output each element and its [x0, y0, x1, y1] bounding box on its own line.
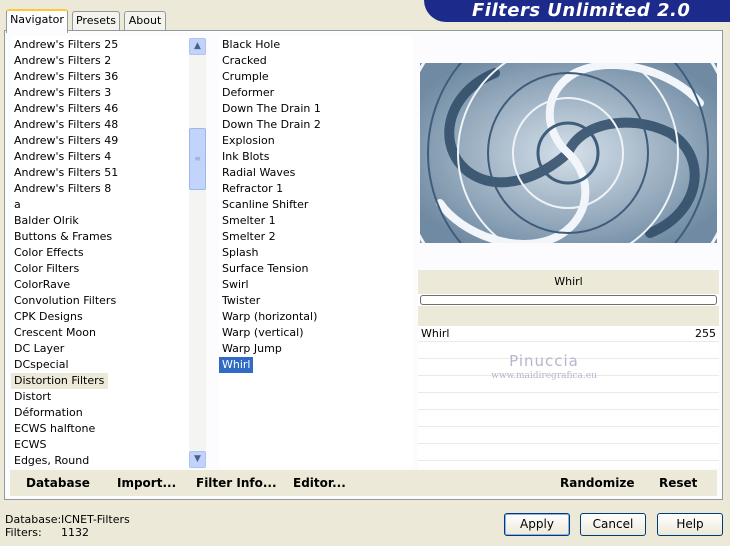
filter-list-item[interactable]: Deformer — [219, 85, 274, 101]
reset-button[interactable]: Reset — [659, 470, 697, 496]
category-list-item[interactable]: a — [11, 197, 21, 213]
filter-list-item[interactable]: Down The Drain 2 — [219, 117, 321, 133]
whirl-preview-graphic — [420, 63, 717, 243]
category-list-item[interactable]: Distort — [11, 389, 51, 405]
category-list-item[interactable]: Balder Olrik — [11, 213, 79, 229]
watermark: Pinuccia www.maidiregrafica.eu — [474, 352, 614, 382]
filter-list[interactable]: Black Hole Cracked Crumple Deformer Down The… — [219, 36, 413, 468]
filter-info-button[interactable]: Filter Info... — [196, 470, 277, 496]
tab-about[interactable]: About — [124, 11, 166, 31]
category-list-item[interactable]: Andrew's Filters 46 — [11, 101, 118, 117]
category-list-item[interactable]: CPK Designs — [11, 309, 83, 325]
tab-navigator[interactable]: Navigator — [6, 9, 68, 33]
control-value: 255 — [695, 327, 716, 340]
category-list-item[interactable]: Andrew's Filters 51 — [11, 165, 118, 181]
filter-list-item[interactable]: Warp Jump — [219, 341, 282, 357]
control-row-empty — [418, 411, 719, 427]
control-row-empty — [418, 428, 719, 444]
control-row-whirl[interactable]: Whirl 255 — [418, 326, 719, 342]
category-list-item[interactable]: ECWS halftone — [11, 421, 95, 437]
filter-list-item[interactable]: Crumple — [219, 69, 269, 85]
app-title-banner: Filters Unlimited 2.0 — [424, 0, 730, 22]
category-list-item[interactable]: DCspecial — [11, 357, 69, 373]
filter-list-item[interactable]: Smelter 1 — [219, 213, 276, 229]
category-list-item[interactable]: Andrew's Filters 25 — [11, 37, 118, 53]
category-list-item[interactable]: Andrew's Filters 4 — [11, 149, 111, 165]
filter-list-item[interactable]: Scanline Shifter — [219, 197, 308, 213]
category-scrollbar[interactable]: ▲ ≡ ▼ — [189, 38, 206, 468]
filter-list-item[interactable]: Splash — [219, 245, 258, 261]
filter-preview-image — [420, 63, 717, 243]
category-list-item[interactable]: Distortion Filters — [11, 373, 109, 389]
filter-list-item[interactable]: Warp (horizontal) — [219, 309, 317, 325]
filter-list-item[interactable]: Ink Blots — [219, 149, 269, 165]
filter-list-item[interactable]: Down The Drain 1 — [219, 101, 321, 117]
category-list-item[interactable]: ECWS — [11, 437, 47, 453]
watermark-url: www.maidiregrafica.eu — [491, 371, 597, 381]
filter-list-item[interactable]: Radial Waves — [219, 165, 295, 181]
chevron-up-icon: ▲ — [194, 41, 201, 51]
bottom-action-bar: Database Import... Filter Info... Editor… — [10, 470, 717, 496]
status-filters-value: 1132 — [61, 526, 89, 539]
category-list-item[interactable]: Color Effects — [11, 245, 84, 261]
filter-list-item[interactable]: Whirl — [219, 357, 254, 373]
category-list-item[interactable]: Déformation — [11, 405, 83, 421]
category-list-item[interactable]: Andrew's Filters 36 — [11, 69, 118, 85]
progress-bar — [420, 295, 717, 305]
randomize-button[interactable]: Randomize — [560, 470, 634, 496]
status-database-value: ICNET-Filters — [61, 513, 130, 526]
control-row-empty — [418, 394, 719, 410]
control-row-empty — [418, 445, 719, 461]
filter-list-item[interactable]: Swirl — [219, 277, 249, 293]
scroll-thumb[interactable]: ≡ — [189, 128, 206, 190]
help-button[interactable]: Help — [657, 513, 723, 536]
category-list[interactable]: Andrew's Filters 25 Andrew's Filters 2 And… — [11, 36, 189, 468]
scroll-down-button[interactable]: ▼ — [189, 451, 206, 468]
grip-icon: ≡ — [194, 154, 201, 163]
editor-button[interactable]: Editor... — [293, 470, 346, 496]
category-list-item[interactable]: Buttons & Frames — [11, 229, 112, 245]
filter-list-item[interactable]: Refractor 1 — [219, 181, 283, 197]
status-filters: Filters: 1132 — [5, 526, 89, 539]
category-list-item[interactable]: Andrew's Filters 3 — [11, 85, 111, 101]
cancel-button[interactable]: Cancel — [580, 513, 646, 536]
watermark-name: Pinuccia — [509, 352, 579, 370]
filter-list-item[interactable]: Smelter 2 — [219, 229, 276, 245]
tab-presets[interactable]: Presets — [72, 11, 120, 31]
filter-list-item[interactable]: Surface Tension — [219, 261, 308, 277]
status-filters-label: Filters: — [5, 526, 42, 539]
filter-list-item[interactable]: Twister — [219, 293, 260, 309]
status-database-label: Database: — [5, 513, 62, 526]
filter-list-item[interactable]: Explosion — [219, 133, 275, 149]
filter-list-item[interactable]: Warp (vertical) — [219, 325, 304, 341]
category-list-item[interactable]: Andrew's Filters 48 — [11, 117, 118, 133]
category-list-item[interactable]: Andrew's Filters 8 — [11, 181, 111, 197]
category-list-item[interactable]: DC Layer — [11, 341, 64, 357]
status-database: Database: ICNET-Filters — [5, 513, 130, 526]
category-list-item[interactable]: ColorRave — [11, 277, 70, 293]
apply-button[interactable]: Apply — [504, 513, 570, 536]
scroll-up-button[interactable]: ▲ — [189, 38, 206, 55]
category-list-item[interactable]: Andrew's Filters 2 — [11, 53, 111, 69]
category-list-item[interactable]: Convolution Filters — [11, 293, 116, 309]
database-button[interactable]: Database — [26, 470, 90, 496]
filter-name-label: Whirl — [418, 270, 719, 294]
category-list-item[interactable]: Edges, Round — [11, 453, 89, 469]
filter-list-item[interactable]: Black Hole — [219, 37, 280, 53]
category-list-item[interactable]: Color Filters — [11, 261, 79, 277]
import-button[interactable]: Import... — [117, 470, 176, 496]
category-list-item[interactable]: Andrew's Filters 49 — [11, 133, 118, 149]
category-list-item[interactable]: Crescent Moon — [11, 325, 96, 341]
control-name: Whirl — [421, 327, 450, 340]
filter-list-item[interactable]: Cracked — [219, 53, 267, 69]
chevron-down-icon: ▼ — [194, 454, 201, 464]
